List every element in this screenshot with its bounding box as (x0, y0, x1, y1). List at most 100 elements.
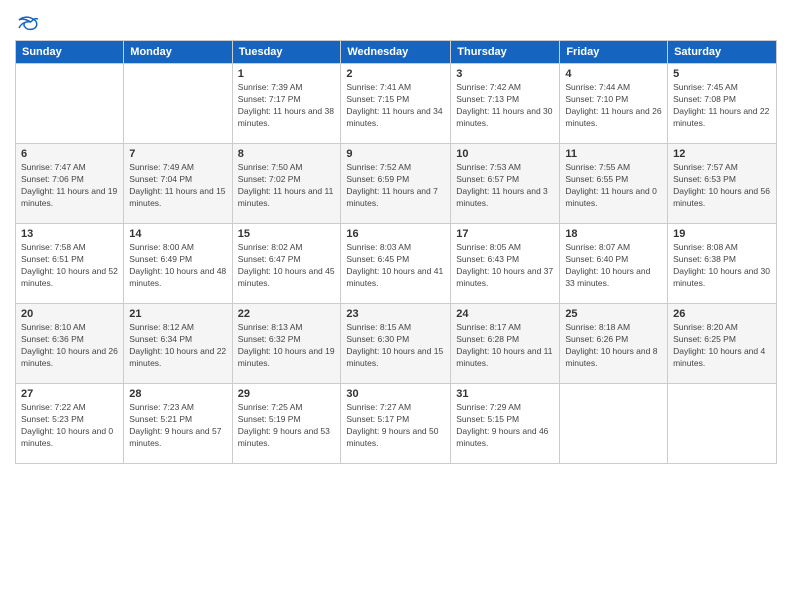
day-cell: 29 Sunrise: 7:25 AM Sunset: 5:19 PM Dayli… (232, 384, 341, 464)
day-cell: 24 Sunrise: 8:17 AM Sunset: 6:28 PM Dayli… (451, 304, 560, 384)
day-cell: 23 Sunrise: 8:15 AM Sunset: 6:30 PM Dayli… (341, 304, 451, 384)
day-number: 28 (129, 388, 226, 400)
day-cell: 11 Sunrise: 7:55 AM Sunset: 6:55 PM Dayli… (560, 144, 668, 224)
day-cell (668, 384, 777, 464)
day-detail: Sunrise: 7:47 AM Sunset: 7:06 PM Dayligh… (21, 162, 118, 210)
day-detail: Sunrise: 7:57 AM Sunset: 6:53 PM Dayligh… (673, 162, 771, 210)
day-detail: Sunrise: 8:05 AM Sunset: 6:43 PM Dayligh… (456, 242, 554, 290)
day-detail: Sunrise: 7:25 AM Sunset: 5:19 PM Dayligh… (238, 402, 336, 450)
day-number: 20 (21, 308, 118, 320)
day-cell: 30 Sunrise: 7:27 AM Sunset: 5:17 PM Dayli… (341, 384, 451, 464)
day-cell: 8 Sunrise: 7:50 AM Sunset: 7:02 PM Daylig… (232, 144, 341, 224)
day-number: 31 (456, 388, 554, 400)
day-number: 14 (129, 228, 226, 240)
week-row-5: 27 Sunrise: 7:22 AM Sunset: 5:23 PM Dayli… (16, 384, 777, 464)
day-number: 22 (238, 308, 336, 320)
day-detail: Sunrise: 8:18 AM Sunset: 6:26 PM Dayligh… (565, 322, 662, 370)
day-cell: 21 Sunrise: 8:12 AM Sunset: 6:34 PM Dayli… (124, 304, 232, 384)
day-detail: Sunrise: 8:15 AM Sunset: 6:30 PM Dayligh… (346, 322, 445, 370)
day-number: 11 (565, 148, 662, 160)
day-cell: 27 Sunrise: 7:22 AM Sunset: 5:23 PM Dayli… (16, 384, 124, 464)
day-number: 18 (565, 228, 662, 240)
day-cell: 3 Sunrise: 7:42 AM Sunset: 7:13 PM Daylig… (451, 64, 560, 144)
day-detail: Sunrise: 7:42 AM Sunset: 7:13 PM Dayligh… (456, 82, 554, 130)
day-cell: 17 Sunrise: 8:05 AM Sunset: 6:43 PM Dayli… (451, 224, 560, 304)
weekday-header-thursday: Thursday (451, 41, 560, 64)
day-number: 2 (346, 68, 445, 80)
day-cell: 16Sunrise: 8:03 AM Sunset: 6:45 PM Dayli… (341, 224, 451, 304)
day-detail: Sunrise: 8:07 AM Sunset: 6:40 PM Dayligh… (565, 242, 662, 290)
day-cell: 15 Sunrise: 8:02 AM Sunset: 6:47 PM Dayli… (232, 224, 341, 304)
day-number: 4 (565, 68, 662, 80)
day-number: 26 (673, 308, 771, 320)
weekday-header-friday: Friday (560, 41, 668, 64)
day-number: 27 (21, 388, 118, 400)
day-number: 7 (129, 148, 226, 160)
day-cell: 6 Sunrise: 7:47 AM Sunset: 7:06 PM Daylig… (16, 144, 124, 224)
week-row-1: 1Sunrise: 7:39 AM Sunset: 7:17 PM Daylig… (16, 64, 777, 144)
day-detail: Sunrise: 8:13 AM Sunset: 6:32 PM Dayligh… (238, 322, 336, 370)
day-number: 15 (238, 228, 336, 240)
weekday-header-sunday: Sunday (16, 41, 124, 64)
day-cell: 22 Sunrise: 8:13 AM Sunset: 6:32 PM Dayli… (232, 304, 341, 384)
day-cell: 4 Sunrise: 7:44 AM Sunset: 7:10 PM Daylig… (560, 64, 668, 144)
day-detail: Sunrise: 7:53 AM Sunset: 6:57 PM Dayligh… (456, 162, 554, 210)
weekday-header-wednesday: Wednesday (341, 41, 451, 64)
day-detail: Sunrise: 7:44 AM Sunset: 7:10 PM Dayligh… (565, 82, 662, 130)
weekday-header-monday: Monday (124, 41, 232, 64)
day-number: 23 (346, 308, 445, 320)
day-number: 6 (21, 148, 118, 160)
day-cell: 10 Sunrise: 7:53 AM Sunset: 6:57 PM Dayli… (451, 144, 560, 224)
day-number: 8 (238, 148, 336, 160)
day-cell: 7 Sunrise: 7:49 AM Sunset: 7:04 PM Daylig… (124, 144, 232, 224)
day-detail: Sunrise: 8:10 AM Sunset: 6:36 PM Dayligh… (21, 322, 118, 370)
day-cell: 9 Sunrise: 7:52 AM Sunset: 6:59 PM Daylig… (341, 144, 451, 224)
day-number: 9 (346, 148, 445, 160)
day-cell: 13Sunrise: 7:58 AM Sunset: 6:51 PM Dayli… (16, 224, 124, 304)
day-cell: 14 Sunrise: 8:00 AM Sunset: 6:49 PM Dayli… (124, 224, 232, 304)
day-number: 19 (673, 228, 771, 240)
weekday-header-tuesday: Tuesday (232, 41, 341, 64)
day-detail: Sunrise: 7:45 AM Sunset: 7:08 PM Dayligh… (673, 82, 771, 130)
day-cell: 31 Sunrise: 7:29 AM Sunset: 5:15 PM Dayli… (451, 384, 560, 464)
day-cell: 1Sunrise: 7:39 AM Sunset: 7:17 PM Daylig… (232, 64, 341, 144)
day-number: 25 (565, 308, 662, 320)
day-detail: Sunrise: 8:02 AM Sunset: 6:47 PM Dayligh… (238, 242, 336, 290)
day-detail: Sunrise: 8:12 AM Sunset: 6:34 PM Dayligh… (129, 322, 226, 370)
weekday-header-saturday: Saturday (668, 41, 777, 64)
day-cell: 25 Sunrise: 8:18 AM Sunset: 6:26 PM Dayli… (560, 304, 668, 384)
day-number: 3 (456, 68, 554, 80)
day-detail: Sunrise: 8:17 AM Sunset: 6:28 PM Dayligh… (456, 322, 554, 370)
calendar-table: SundayMondayTuesdayWednesdayThursdayFrid… (15, 40, 777, 464)
day-detail: Sunrise: 7:29 AM Sunset: 5:15 PM Dayligh… (456, 402, 554, 450)
week-row-3: 13Sunrise: 7:58 AM Sunset: 6:51 PM Dayli… (16, 224, 777, 304)
day-detail: Sunrise: 8:03 AM Sunset: 6:45 PM Dayligh… (346, 242, 445, 290)
day-detail: Sunrise: 7:49 AM Sunset: 7:04 PM Dayligh… (129, 162, 226, 210)
logo-bird-icon (17, 14, 39, 38)
day-detail: Sunrise: 7:50 AM Sunset: 7:02 PM Dayligh… (238, 162, 336, 210)
day-number: 17 (456, 228, 554, 240)
day-number: 21 (129, 308, 226, 320)
day-number: 30 (346, 388, 445, 400)
day-detail: Sunrise: 7:23 AM Sunset: 5:21 PM Dayligh… (129, 402, 226, 450)
day-number: 24 (456, 308, 554, 320)
day-number: 13 (21, 228, 118, 240)
day-cell: 5Sunrise: 7:45 AM Sunset: 7:08 PM Daylig… (668, 64, 777, 144)
day-detail: Sunrise: 8:00 AM Sunset: 6:49 PM Dayligh… (129, 242, 226, 290)
day-detail: Sunrise: 7:55 AM Sunset: 6:55 PM Dayligh… (565, 162, 662, 210)
page-container: SundayMondayTuesdayWednesdayThursdayFrid… (0, 0, 792, 472)
day-detail: Sunrise: 7:27 AM Sunset: 5:17 PM Dayligh… (346, 402, 445, 450)
day-number: 10 (456, 148, 554, 160)
day-cell (124, 64, 232, 144)
day-detail: Sunrise: 7:52 AM Sunset: 6:59 PM Dayligh… (346, 162, 445, 210)
day-detail: Sunrise: 7:22 AM Sunset: 5:23 PM Dayligh… (21, 402, 118, 450)
header (15, 10, 777, 36)
day-number: 1 (238, 68, 336, 80)
day-detail: Sunrise: 7:41 AM Sunset: 7:15 PM Dayligh… (346, 82, 445, 130)
day-cell (16, 64, 124, 144)
day-detail: Sunrise: 8:08 AM Sunset: 6:38 PM Dayligh… (673, 242, 771, 290)
day-detail: Sunrise: 8:20 AM Sunset: 6:25 PM Dayligh… (673, 322, 771, 370)
day-number: 12 (673, 148, 771, 160)
day-cell: 28 Sunrise: 7:23 AM Sunset: 5:21 PM Dayli… (124, 384, 232, 464)
day-number: 29 (238, 388, 336, 400)
